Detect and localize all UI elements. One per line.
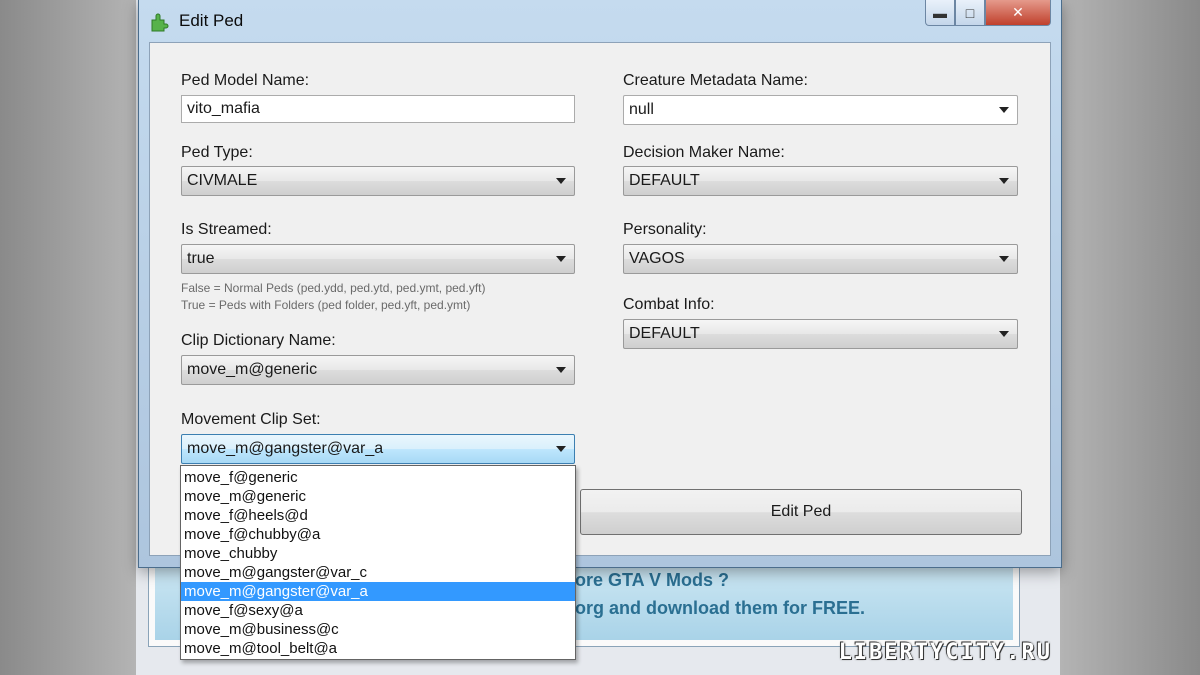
edit-ped-button[interactable]: Edit Ped <box>580 489 1022 535</box>
banner-line-1: ore GTA V Mods ? <box>575 570 730 590</box>
ped-type-label: Ped Type: <box>181 144 253 161</box>
clip-dictionary-value: move_m@generic <box>187 361 318 378</box>
is-streamed-value: true <box>187 250 215 267</box>
minimize-button[interactable]: ▬ <box>925 0 955 26</box>
creature-metadata-select[interactable]: null <box>623 95 1018 125</box>
chevron-down-icon <box>556 367 566 373</box>
ped-type-select[interactable]: CIVMALE <box>181 166 575 196</box>
ped-model-name-label: Ped Model Name: <box>181 72 310 89</box>
dropdown-option[interactable]: move_f@generic <box>181 468 575 487</box>
decision-maker-label: Decision Maker Name: <box>623 144 785 161</box>
banner-line-2: org and download them for FREE. <box>575 598 865 618</box>
chevron-down-icon <box>999 331 1009 337</box>
movement-clip-set-label: Movement Clip Set: <box>181 411 321 428</box>
chevron-down-icon <box>556 178 566 184</box>
dropdown-option[interactable]: move_f@chubby@a <box>181 525 575 544</box>
combat-info-select[interactable]: DEFAULT <box>623 319 1018 349</box>
ped-type-value: CIVMALE <box>187 172 258 189</box>
dropdown-option[interactable]: move_m@generic <box>181 487 575 506</box>
creature-metadata-label: Creature Metadata Name: <box>623 72 808 89</box>
decision-maker-select[interactable]: DEFAULT <box>623 166 1018 196</box>
movement-clip-set-value: move_m@gangster@var_a <box>187 440 384 457</box>
close-button[interactable]: ✕ <box>985 0 1051 26</box>
is-streamed-label: Is Streamed: <box>181 221 272 238</box>
window-title: Edit Ped <box>179 11 244 30</box>
personality-label: Personality: <box>623 221 707 238</box>
dropdown-option[interactable]: move_m@business@c <box>181 620 575 639</box>
is-streamed-hint-false: False = Normal Peds (ped.ydd, ped.ytd, p… <box>181 281 486 295</box>
right-letterbox <box>1060 0 1200 675</box>
is-streamed-hint-true: True = Peds with Folders (ped folder, pe… <box>181 298 471 312</box>
creature-metadata-value: null <box>629 101 654 118</box>
combat-info-value: DEFAULT <box>629 325 700 342</box>
movement-clip-set-select[interactable]: move_m@gangster@var_a <box>181 434 575 464</box>
ped-model-name-input[interactable]: vito_mafia <box>181 95 575 123</box>
edit-ped-button-label: Edit Ped <box>770 503 832 520</box>
dropdown-option[interactable]: move_m@tool_belt@a <box>181 639 575 658</box>
dropdown-option[interactable]: move_f@sexy@a <box>181 601 575 620</box>
personality-value: VAGOS <box>629 250 685 267</box>
dropdown-option[interactable]: move_chubby <box>181 544 575 563</box>
chevron-down-icon <box>999 256 1009 262</box>
left-letterbox <box>0 0 136 675</box>
title-bar[interactable]: Edit Ped ▬ □ ✕ <box>139 0 1061 40</box>
combat-info-label: Combat Info: <box>623 296 715 313</box>
movement-clip-set-dropdown: move_f@generic move_m@generic move_f@heels… <box>180 465 576 660</box>
is-streamed-select[interactable]: true <box>181 244 575 274</box>
window-controls: ▬ □ ✕ <box>925 0 1051 28</box>
chevron-down-icon <box>999 178 1009 184</box>
green-plugin-icon <box>151 13 169 32</box>
chevron-down-icon <box>999 107 1009 113</box>
clip-dictionary-label: Clip Dictionary Name: <box>181 332 336 349</box>
chevron-down-icon <box>556 256 566 262</box>
watermark: LIBERTYCITY.RU <box>838 640 1052 665</box>
dropdown-option[interactable]: move_m@gangster@var_a <box>181 582 575 601</box>
dropdown-option[interactable]: move_f@heels@d <box>181 506 575 525</box>
maximize-button[interactable]: □ <box>955 0 985 26</box>
clip-dictionary-select[interactable]: move_m@generic <box>181 355 575 385</box>
personality-select[interactable]: VAGOS <box>623 244 1018 274</box>
decision-maker-value: DEFAULT <box>629 172 700 189</box>
chevron-down-icon <box>556 446 566 452</box>
dropdown-option[interactable]: move_m@gangster@var_c <box>181 563 575 582</box>
